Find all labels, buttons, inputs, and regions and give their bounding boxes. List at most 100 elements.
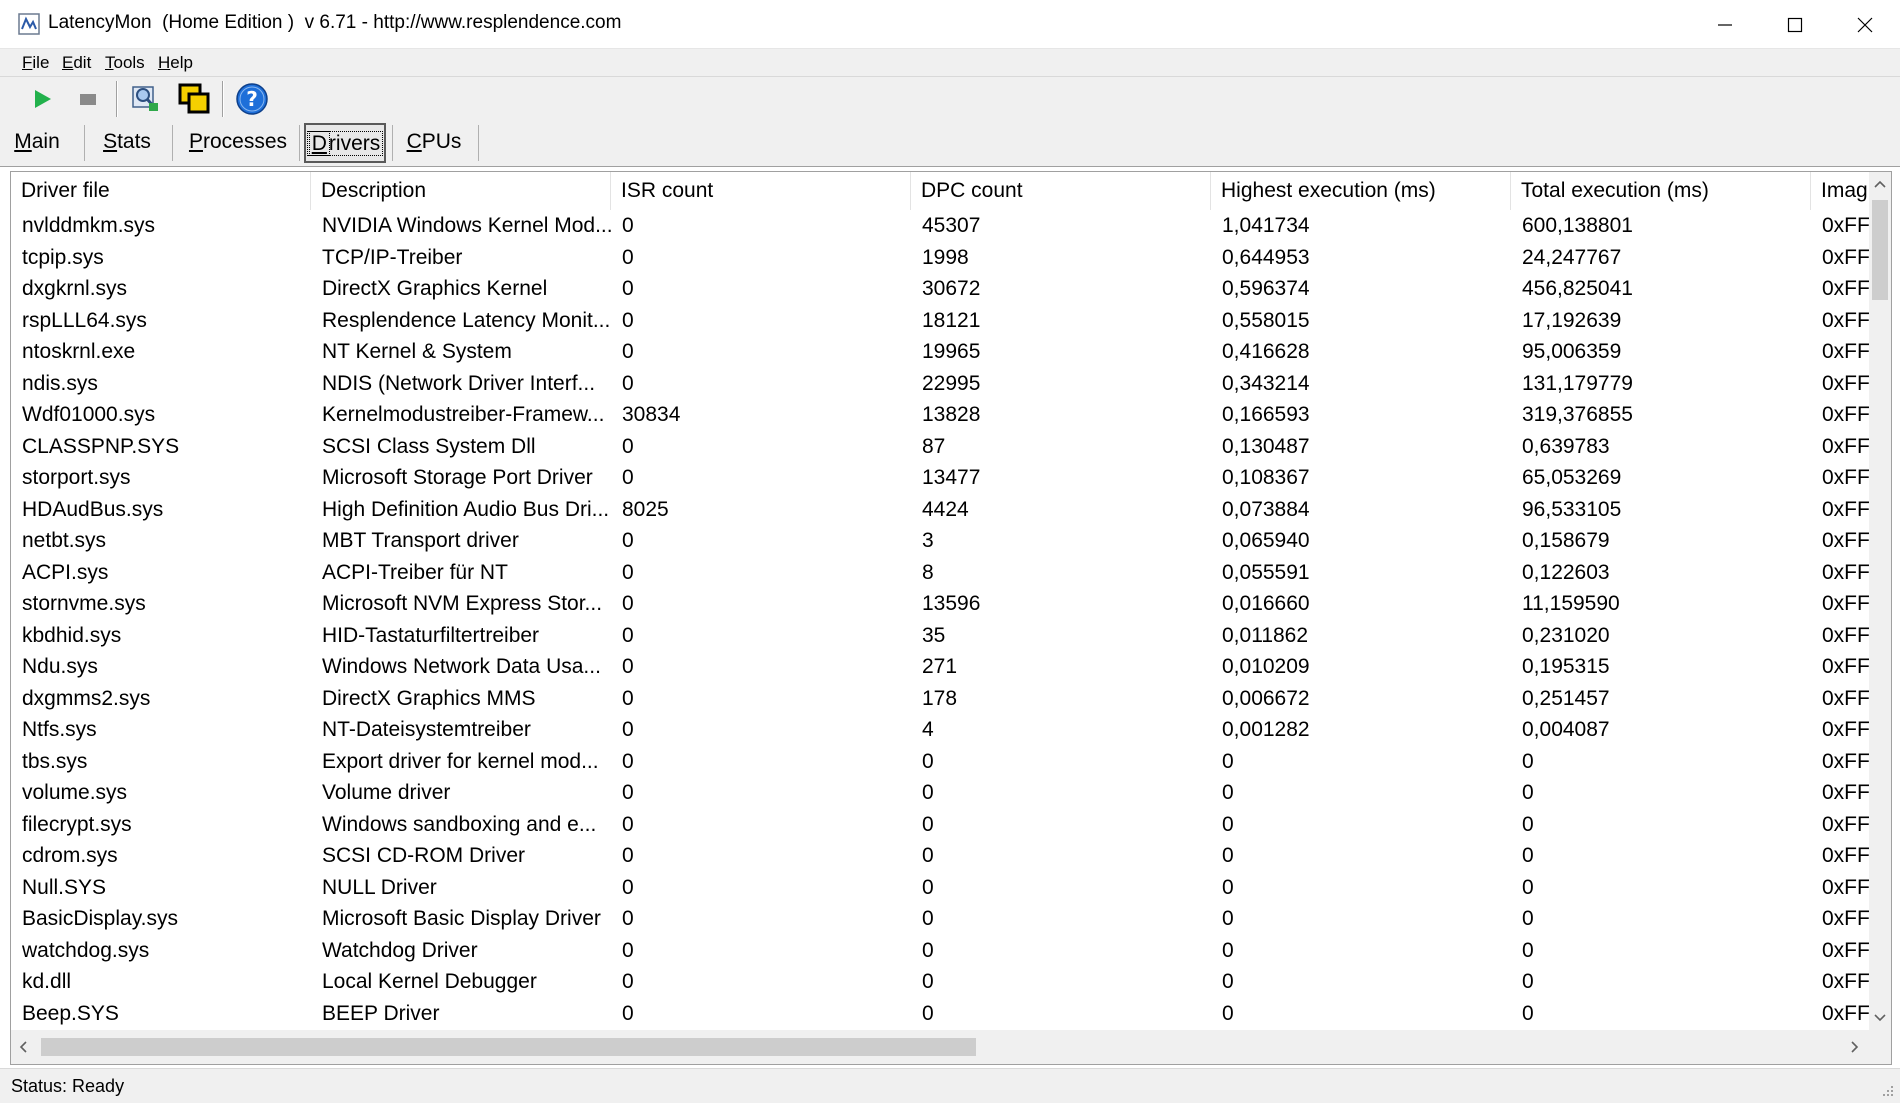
cell-description: High Definition Audio Bus Dri... xyxy=(322,497,610,521)
table-row[interactable]: dxgmms2.sys DirectX Graphics MMS 0 178 0,006… xyxy=(11,683,1869,715)
copy-windows-button[interactable] xyxy=(176,81,212,117)
cell-image: 0xFF xyxy=(1822,781,1869,804)
start-button[interactable] xyxy=(24,81,60,117)
horizontal-scroll-thumb[interactable] xyxy=(41,1038,976,1056)
cell-dpc-count: 87 xyxy=(922,434,946,458)
cell-description: NVIDIA Windows Kernel Mod... xyxy=(322,214,611,237)
drivers-list[interactable]: Driver file Description ISR count DPC co… xyxy=(10,171,1892,1065)
cell-driver-file: stornvme.sys xyxy=(22,592,146,615)
cell-driver-file: watchdog.sys xyxy=(22,938,150,962)
cell-total-execution: 0 xyxy=(1522,1001,1534,1025)
table-row[interactable]: dxgkrnl.sys DirectX Graphics Kernel 0 30672… xyxy=(11,273,1869,305)
cell-description: TCP/IP-Treiber xyxy=(322,245,463,269)
close-button[interactable] xyxy=(1830,0,1900,49)
cell-isr-count: 0 xyxy=(622,781,634,804)
minimize-button[interactable] xyxy=(1690,0,1760,49)
column-header-total-execution[interactable]: Total execution (ms) xyxy=(1511,172,1811,210)
column-header-image[interactable]: Imag xyxy=(1811,172,1869,210)
table-row[interactable]: stornvme.sys Microsoft NVM Express Stor..… xyxy=(11,588,1869,620)
help-button[interactable]: ? xyxy=(234,81,270,117)
menu-tools[interactable]: Tools xyxy=(105,53,145,73)
cell-description: Microsoft Storage Port Driver xyxy=(322,466,593,489)
table-row[interactable]: kbdhid.sys HID-Tastaturfiltertreiber 0 35 0,… xyxy=(11,620,1869,652)
table-row[interactable]: CLASSPNP.SYS SCSI Class System Dll 0 87 0,13… xyxy=(11,431,1869,463)
table-row[interactable]: cdrom.sys SCSI CD-ROM Driver 0 0 0 0 0xFF xyxy=(11,840,1869,872)
table-row[interactable]: ntoskrnl.exe NT Kernel & System 0 19965 0,41… xyxy=(11,336,1869,368)
tab-stats[interactable]: Stats xyxy=(92,123,162,163)
table-row[interactable]: netbt.sys MBT Transport driver 0 3 0,065940 0… xyxy=(11,525,1869,557)
cell-image: 0xFF xyxy=(1822,560,1869,584)
cell-dpc-count: 0 xyxy=(922,781,934,804)
status-bar: Status: Ready xyxy=(0,1068,1900,1103)
cell-description: SCSI Class System Dll xyxy=(322,434,536,458)
menu-help[interactable]: Help xyxy=(158,53,193,73)
cell-total-execution: 0,122603 xyxy=(1522,560,1610,584)
tab-main[interactable]: Main xyxy=(6,123,68,163)
menu-edit[interactable]: Edit xyxy=(62,53,91,73)
column-header-driver-file[interactable]: Driver file xyxy=(11,172,311,210)
cell-description: Windows sandboxing and e... xyxy=(322,812,597,836)
stop-button[interactable] xyxy=(70,81,106,117)
table-row[interactable]: kd.dll Local Kernel Debugger 0 0 0 0 0xFF xyxy=(11,966,1869,998)
minimize-icon xyxy=(1718,23,1732,26)
copy-windows-icon xyxy=(178,83,210,114)
tab-cpus[interactable]: CPUs xyxy=(398,123,470,163)
cell-description: NT Kernel & System xyxy=(322,340,512,363)
svg-text:?: ? xyxy=(246,87,258,111)
cell-driver-file: CLASSPNP.SYS xyxy=(22,434,180,458)
column-header-highest-execution[interactable]: Highest execution (ms) xyxy=(1211,172,1511,210)
cell-total-execution: 600,138801 xyxy=(1522,214,1633,237)
scrollbar-corner xyxy=(1869,1030,1891,1064)
table-row[interactable]: Ntfs.sys NT-Dateisystemtreiber 0 4 0,001282 0… xyxy=(11,714,1869,746)
tab-drivers[interactable]: Drivers xyxy=(304,123,386,163)
table-row[interactable]: HDAudBus.sys High Definition Audio Bus Dr… xyxy=(11,494,1869,526)
table-row[interactable]: Ndu.sys Windows Network Data Usa... 0 271 0,… xyxy=(11,651,1869,683)
column-header-description[interactable]: Description xyxy=(311,172,611,210)
cell-description: Microsoft NVM Express Stor... xyxy=(322,592,603,615)
table-row[interactable]: rspLLL64.sys Resplendence Latency Monit..… xyxy=(11,305,1869,337)
table-row[interactable]: watchdog.sys Watchdog Driver 0 0 0 0 0xFF xyxy=(11,935,1869,967)
scroll-left-icon[interactable] xyxy=(19,1041,27,1053)
table-row[interactable]: tcpip.sys TCP/IP-Treiber 0 1998 0,644953 24,2… xyxy=(11,242,1869,274)
column-header-dpc-count[interactable]: DPC count xyxy=(911,172,1211,210)
cell-dpc-count: 22995 xyxy=(922,371,981,395)
cell-description: DirectX Graphics Kernel xyxy=(322,277,548,300)
table-row[interactable]: filecrypt.sys Windows sandboxing and e...… xyxy=(11,809,1869,841)
table-row[interactable]: Null.SYS NULL Driver 0 0 0 0 0xFF xyxy=(11,872,1869,904)
scroll-down-icon[interactable] xyxy=(1874,1014,1886,1022)
table-row[interactable]: nvlddmkm.sys NVIDIA Windows Kernel Mod...… xyxy=(11,210,1869,242)
table-row[interactable]: storport.sys Microsoft Storage Port Drive… xyxy=(11,462,1869,494)
tab-processes[interactable]: Processes xyxy=(182,123,294,163)
table-row[interactable]: BasicDisplay.sys Microsoft Basic Display … xyxy=(11,903,1869,935)
cell-highest-execution: 0 xyxy=(1222,907,1234,930)
scroll-up-icon[interactable] xyxy=(1874,180,1886,188)
cell-isr-count: 0 xyxy=(622,340,634,363)
cell-isr-count: 0 xyxy=(622,970,634,993)
cell-dpc-count: 45307 xyxy=(922,214,981,237)
tab-separator xyxy=(172,125,173,161)
table-row[interactable]: Beep.SYS BEEP Driver 0 0 0 0 0xFF xyxy=(11,998,1869,1030)
cell-dpc-count: 35 xyxy=(922,623,946,647)
menu-file[interactable]: File xyxy=(22,53,49,73)
cell-highest-execution: 0,055591 xyxy=(1222,560,1310,584)
table-row[interactable]: volume.sys Volume driver 0 0 0 0 0xFF xyxy=(11,777,1869,809)
table-row[interactable]: tbs.sys Export driver for kernel mod... 0 0… xyxy=(11,746,1869,778)
scroll-right-icon[interactable] xyxy=(1851,1041,1859,1053)
maximize-button[interactable] xyxy=(1760,0,1830,49)
table-row[interactable]: ACPI.sys ACPI-Treiber für NT 0 8 0,055591 0,1… xyxy=(11,557,1869,589)
cell-highest-execution: 0,416628 xyxy=(1222,340,1310,363)
column-header-isr-count[interactable]: ISR count xyxy=(611,172,911,210)
cell-image: 0xFF xyxy=(1822,214,1869,237)
cell-total-execution: 0 xyxy=(1522,875,1534,899)
table-row[interactable]: ndis.sys NDIS (Network Driver Interf... 0 2… xyxy=(11,368,1869,400)
horizontal-scrollbar[interactable] xyxy=(11,1030,1869,1064)
vertical-scroll-thumb[interactable] xyxy=(1872,200,1888,300)
tab-processes-label: Processes xyxy=(188,130,288,153)
cell-isr-count: 0 xyxy=(622,655,634,678)
cell-total-execution: 0 xyxy=(1522,749,1534,773)
vertical-scrollbar[interactable] xyxy=(1869,172,1891,1030)
process-view-button[interactable] xyxy=(128,81,164,117)
cell-image: 0xFF xyxy=(1822,844,1869,867)
resize-grip-icon[interactable] xyxy=(1880,1083,1894,1097)
table-row[interactable]: Wdf01000.sys Kernelmodustreiber-Framew...… xyxy=(11,399,1869,431)
